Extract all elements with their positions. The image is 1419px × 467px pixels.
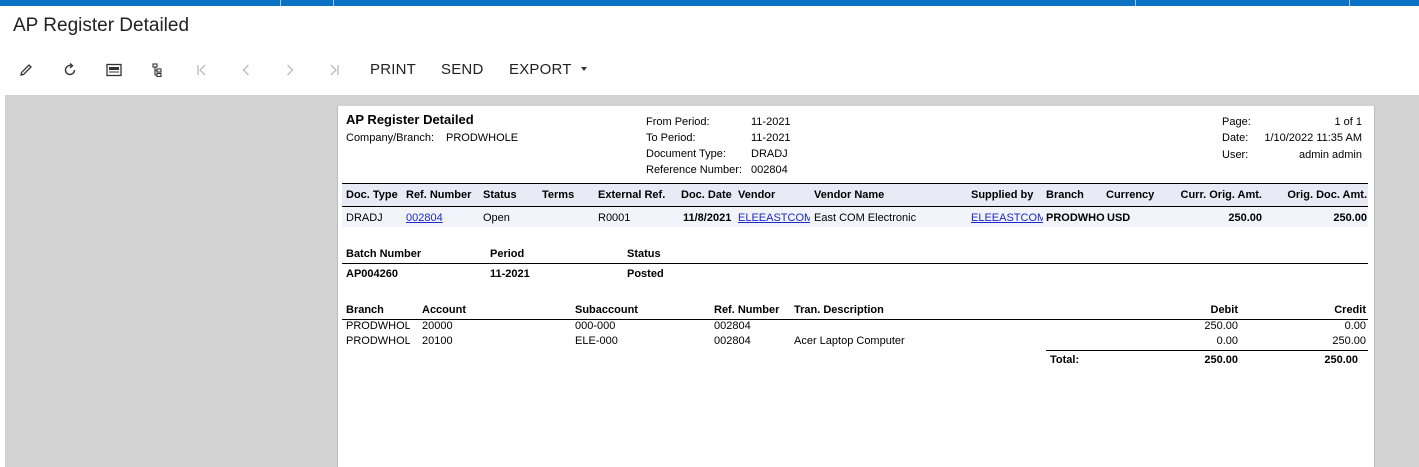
col-batch-number: Batch Number xyxy=(346,248,422,260)
doc-date-cell: 11/8/2021 xyxy=(683,212,732,224)
gl-row-1-branch: PRODWHOLE xyxy=(346,320,410,332)
ref-number-label: Reference Number: xyxy=(646,164,742,176)
toolbar: PRINT SEND EXPORT xyxy=(0,56,1419,84)
gl-row-2-ref: 002804 xyxy=(714,335,751,347)
gl-row-1-account: 20000 xyxy=(422,320,453,332)
report-page: AP Register Detailed Company/Branch: PRO… xyxy=(337,106,1375,467)
batch-number-cell: AP004260 xyxy=(346,268,398,280)
divider xyxy=(342,183,1368,184)
col-status: Status xyxy=(483,189,517,201)
report-title: AP Register Detailed xyxy=(346,112,474,127)
branch-cell: PRODWHOLE xyxy=(1046,212,1105,224)
export-label: EXPORT xyxy=(509,61,572,78)
doc-type-cell: DRADJ xyxy=(346,212,383,224)
vendor-name-cell: East COM Electronic xyxy=(814,212,917,224)
col-vendor-name: Vendor Name xyxy=(814,189,885,201)
gl-row-2-branch: PRODWHOLE xyxy=(346,335,410,347)
next-page-icon[interactable] xyxy=(279,59,301,81)
col-currency: Currency xyxy=(1106,189,1155,201)
caret-down-icon xyxy=(580,67,587,71)
from-period-value: 11-2021 xyxy=(751,116,791,128)
top-accent-bar xyxy=(0,0,1419,6)
col-gl-ref-number: Ref. Number xyxy=(714,304,780,316)
col-curr-orig-amt: Curr. Orig. Amt. xyxy=(1180,189,1263,201)
col-vendor: Vendor xyxy=(738,189,776,201)
page-label: Page: xyxy=(1222,116,1251,128)
curr-orig-amt-cell: 250.00 xyxy=(1228,212,1262,224)
divider xyxy=(342,263,1368,264)
gl-row-2-description: Acer Laptop Computer xyxy=(794,335,905,347)
batch-status-cell: Posted xyxy=(627,268,664,280)
gl-row-2-debit: 0.00 xyxy=(1216,335,1238,347)
col-debit: Debit xyxy=(1210,304,1239,316)
col-account: Account xyxy=(422,304,466,316)
col-subaccount: Subaccount xyxy=(575,304,638,316)
date-value: 1/10/2022 11:35 AM xyxy=(1264,132,1362,144)
col-branch: Branch xyxy=(1046,189,1084,201)
pdf-icon[interactable] xyxy=(103,59,125,81)
page-title: AP Register Detailed xyxy=(13,15,190,36)
export-button[interactable]: EXPORT xyxy=(509,61,587,78)
gl-row-1-ref: 002804 xyxy=(714,320,751,332)
company-label: Company/Branch: xyxy=(346,132,435,144)
supplied-by-link[interactable]: ELEEASTCOM xyxy=(971,212,1043,224)
user-label: User: xyxy=(1222,149,1249,161)
send-button[interactable]: SEND xyxy=(441,61,483,78)
last-page-icon[interactable] xyxy=(323,59,345,81)
orig-doc-amt-cell: 250.00 xyxy=(1333,212,1367,224)
gl-row-1-subaccount: 000-000 xyxy=(575,320,616,332)
gl-row-1-debit: 250.00 xyxy=(1204,320,1238,332)
to-period-label: To Period: xyxy=(646,132,696,144)
gl-row-2-account: 20100 xyxy=(422,335,453,347)
first-page-icon[interactable] xyxy=(191,59,213,81)
total-label: Total: xyxy=(1050,354,1080,366)
page-value: 1 of 1 xyxy=(1334,116,1362,128)
external-ref-cell: R0001 xyxy=(598,212,631,224)
ref-number-link[interactable]: 002804 xyxy=(406,212,443,224)
total-debit: 250.00 xyxy=(1204,354,1238,366)
tree-icon[interactable] xyxy=(146,59,168,81)
ref-number-value: 002804 xyxy=(751,164,788,176)
doc-type-label: Document Type: xyxy=(646,148,726,160)
col-ref-number: Ref. Number xyxy=(406,189,472,201)
total-credit: 250.00 xyxy=(1324,354,1358,366)
currency-cell: USD xyxy=(1107,212,1131,224)
user-value: admin admin xyxy=(1299,149,1362,161)
col-tran-description: Tran. Description xyxy=(794,304,884,316)
to-period-value: 11-2021 xyxy=(751,132,791,144)
col-supplied-by: Supplied by xyxy=(971,189,1034,201)
col-gl-branch: Branch xyxy=(346,304,384,316)
divider xyxy=(1046,350,1368,351)
period-cell: 11-2021 xyxy=(490,268,530,280)
gl-row-2-subaccount: ELE-000 xyxy=(575,335,618,347)
col-doc-type: Doc. Type xyxy=(346,189,398,201)
col-batch-status: Status xyxy=(627,248,661,260)
gl-row-2-credit: 250.00 xyxy=(1332,335,1366,347)
pencil-icon[interactable] xyxy=(15,59,37,81)
company-value: PRODWHOLE xyxy=(446,132,519,144)
prev-page-icon[interactable] xyxy=(235,59,257,81)
col-doc-date: Doc. Date xyxy=(681,189,732,201)
print-button[interactable]: PRINT xyxy=(370,61,416,78)
status-cell: Open xyxy=(483,212,510,224)
col-external-ref: External Ref. xyxy=(598,189,666,201)
from-period-label: From Period: xyxy=(646,116,710,128)
col-terms: Terms xyxy=(542,189,575,201)
col-period: Period xyxy=(490,248,525,260)
col-credit: Credit xyxy=(1334,304,1366,316)
col-orig-doc-amt: Orig. Doc. Amt. xyxy=(1287,189,1367,201)
doc-type-value: DRADJ xyxy=(751,148,788,160)
gl-row-1-credit: 0.00 xyxy=(1344,320,1366,332)
vendor-link[interactable]: ELEEASTCOM xyxy=(738,212,810,224)
refresh-icon[interactable] xyxy=(59,59,81,81)
